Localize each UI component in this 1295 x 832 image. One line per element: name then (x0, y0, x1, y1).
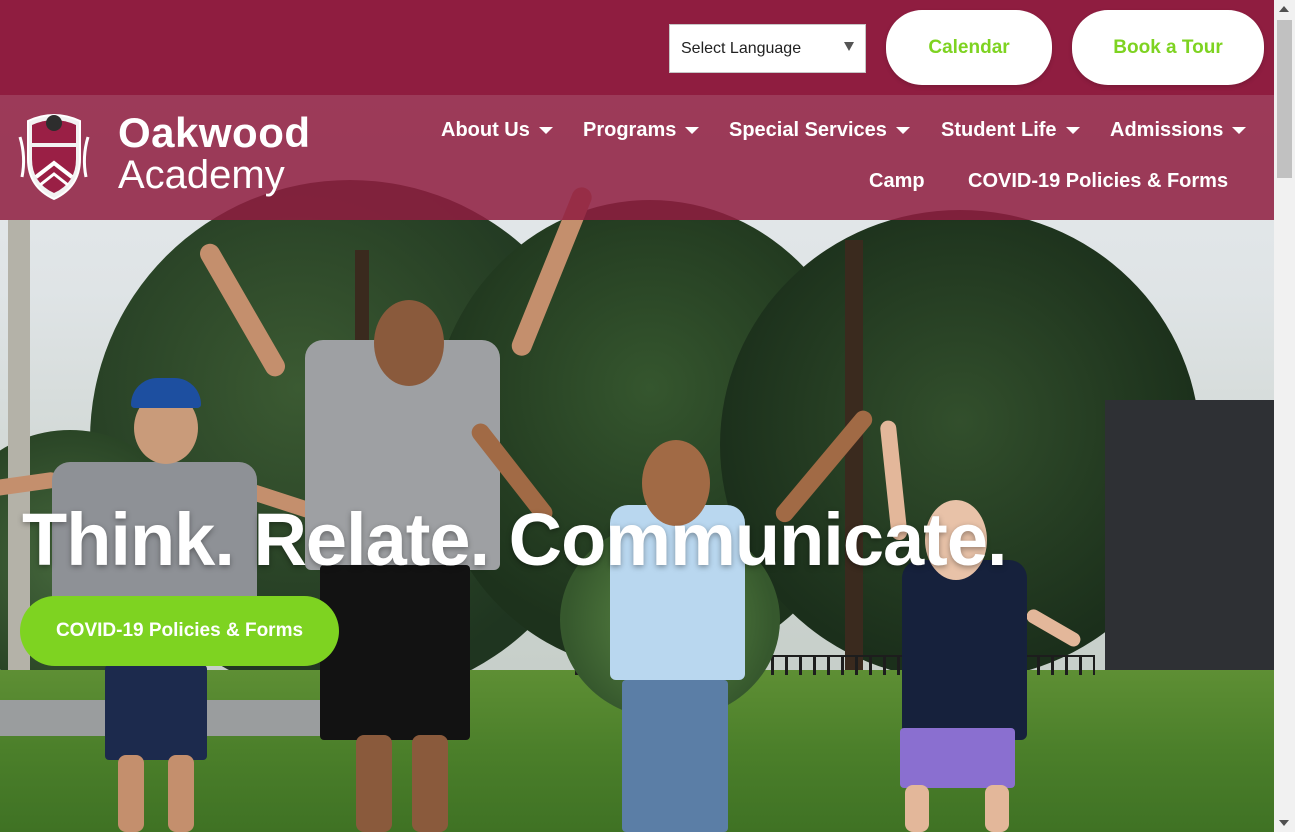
nav-item-admissions[interactable]: Admissions (1110, 115, 1247, 145)
nav-item-label: Camp (869, 169, 925, 192)
nav-item-covid-policies[interactable]: COVID-19 Policies & Forms (968, 166, 1228, 196)
building (1105, 400, 1274, 680)
chevron-down-icon (1232, 126, 1247, 134)
dropdown-arrow-icon (844, 42, 854, 51)
nav-item-label: About Us (441, 118, 530, 141)
top-utility-bar: Select Language Calendar Book a Tour (0, 0, 1274, 95)
nav-item-label: Programs (583, 118, 677, 141)
scroll-up-arrow-icon[interactable] (1279, 6, 1289, 12)
nav-item-programs[interactable]: Programs (583, 115, 700, 145)
nav-item-student-life[interactable]: Student Life (941, 115, 1080, 145)
nav-item-label: Special Services (729, 118, 887, 141)
nav-item-label: Admissions (1110, 118, 1224, 141)
hero-headline: Think. Relate. Communicate. (22, 498, 1008, 581)
book-tour-button[interactable]: Book a Tour (1072, 10, 1264, 85)
chevron-down-icon (895, 126, 910, 134)
brand-name-line1: Oakwood (118, 109, 311, 156)
tree-trunk (845, 240, 863, 670)
main-navigation-bar: Oakwood Academy About Us Programs Specia… (0, 95, 1274, 220)
vertical-scrollbar[interactable] (1274, 0, 1295, 832)
language-select[interactable]: Select Language (669, 24, 866, 73)
scroll-down-arrow-icon[interactable] (1279, 820, 1289, 826)
calendar-button[interactable]: Calendar (886, 10, 1052, 85)
scrollbar-thumb[interactable] (1277, 20, 1292, 178)
nav-item-label: Student Life (941, 118, 1057, 141)
chevron-down-icon (1065, 126, 1080, 134)
brand-logo[interactable]: Oakwood Academy (118, 109, 311, 197)
brand-name-line2: Academy (118, 153, 285, 197)
nav-item-special-services[interactable]: Special Services (729, 115, 910, 145)
language-select-value: Select Language (681, 39, 802, 57)
school-crest-icon[interactable] (18, 107, 90, 203)
covid-policies-cta-button[interactable]: COVID-19 Policies & Forms (20, 596, 339, 666)
nav-item-camp[interactable]: Camp (869, 166, 925, 196)
chevron-down-icon (538, 126, 553, 134)
chevron-down-icon (685, 126, 700, 134)
nav-item-about-us[interactable]: About Us (441, 115, 553, 145)
nav-item-label: COVID-19 Policies & Forms (968, 169, 1229, 192)
page: Select Language Calendar Book a Tour Oak… (0, 0, 1274, 832)
